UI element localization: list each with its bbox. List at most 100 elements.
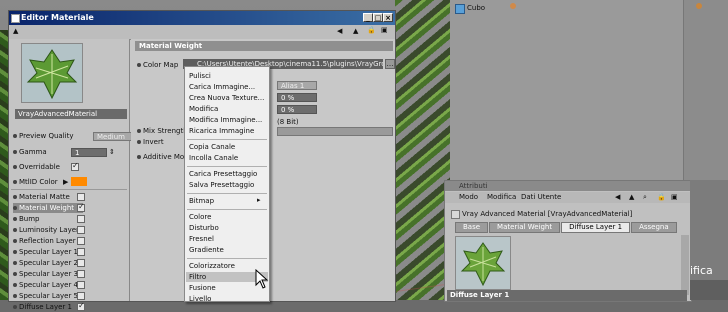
menu-item-disturbo[interactable]: Disturbo <box>189 223 267 233</box>
menu-item-modifica[interactable]: Modifica <box>189 104 267 114</box>
minimize-button[interactable]: _ <box>363 13 373 22</box>
material-preview[interactable] <box>21 43 83 103</box>
menu-separator <box>187 209 267 210</box>
menu-item-ricarica-immagine[interactable]: Ricarica Immagine <box>189 126 267 136</box>
menu-item-bitmap[interactable]: Bitmap <box>189 196 267 206</box>
arrow-left-icon[interactable]: ◀ <box>337 27 342 35</box>
channel-checkbox[interactable] <box>77 202 85 212</box>
channel-checkbox[interactable] <box>77 237 85 245</box>
channel-checkbox[interactable] <box>77 226 85 234</box>
channel-material-weight[interactable]: Material Weight <box>13 202 85 213</box>
stepper-icon[interactable]: ⇕ <box>109 147 115 157</box>
right-edge-label[interactable]: ifica <box>690 264 713 277</box>
menu-item-incolla-canale[interactable]: Incolla Canale <box>189 153 267 163</box>
channel-diffuse-layer-1[interactable]: Diffuse Layer 1 <box>13 301 85 312</box>
arrow-left-icon[interactable]: ◀ <box>615 193 620 201</box>
menu-dati-utente[interactable]: Dati Utente <box>521 193 561 201</box>
overridable-label: Overridable <box>19 163 60 171</box>
expand-arrow-icon[interactable]: ▶ <box>63 177 68 187</box>
bullet-icon <box>13 150 17 154</box>
channel-luminosity-layer[interactable]: Luminosity Layer <box>13 225 85 235</box>
bullet-icon <box>13 217 17 221</box>
alias-dropdown[interactable]: Alias 1 <box>277 81 317 90</box>
channel-bump[interactable]: Bump <box>13 214 85 224</box>
channel-checkbox[interactable] <box>77 259 85 267</box>
menu-separator <box>187 139 267 140</box>
channel-checkbox[interactable] <box>77 215 85 223</box>
channel-checkbox[interactable] <box>77 248 85 256</box>
menu-item-fresnel[interactable]: Fresnel <box>189 234 267 244</box>
attribute-menu-bar: Modo Modifica Dati Utente ◀ ▲ ⌕ 🔒 ▣ <box>445 192 691 203</box>
channel-reflection-layer[interactable]: Reflection Layer <box>13 236 85 246</box>
object-name[interactable]: Cubo <box>467 4 485 12</box>
object-manager-column <box>683 0 728 180</box>
menu-item-gradiente[interactable]: Gradiente <box>189 245 267 255</box>
menu-item-carica-immagine[interactable]: Carica Immagine... <box>189 82 267 92</box>
mix-strength-slider[interactable] <box>277 127 393 136</box>
channel-checkbox[interactable] <box>77 281 85 289</box>
maximize-button[interactable]: □ <box>373 13 383 22</box>
bullet-icon <box>13 180 17 184</box>
gamma-label: Gamma <box>19 148 47 156</box>
channel-material-matte[interactable]: Material Matte <box>13 192 85 202</box>
gamma-input[interactable]: 1 <box>71 148 107 157</box>
bullet-icon <box>137 63 141 67</box>
overridable-checkbox[interactable] <box>71 161 79 171</box>
tab-material-weight[interactable]: Material Weight <box>489 222 561 233</box>
menu-item-colore[interactable]: Colore <box>189 212 267 222</box>
bullet-icon <box>137 129 141 133</box>
channel-label: Specular Layer 3 <box>19 270 79 278</box>
mtlid-color-swatch[interactable] <box>71 177 87 186</box>
menu-item-modifica-immagine[interactable]: Modifica Immagine... <box>189 115 267 125</box>
channel-specular-layer-3[interactable]: Specular Layer 3 <box>13 269 85 279</box>
bullet-icon <box>13 239 17 243</box>
material-name-field[interactable]: VrayAdvancedMaterial <box>15 109 127 119</box>
menu-item-pulisci[interactable]: Pulisci <box>189 71 267 81</box>
arrow-up-icon[interactable]: ▲ <box>353 27 358 35</box>
material-channel-panel: VrayAdvancedMaterial Preview Quality Med… <box>9 39 143 311</box>
channel-label: Specular Layer 1 <box>19 248 79 256</box>
search-icon[interactable]: ⌕ <box>643 193 647 202</box>
channel-checkbox[interactable] <box>77 193 85 201</box>
channel-checkbox[interactable] <box>77 270 85 278</box>
channel-label: Specular Layer 4 <box>19 281 79 289</box>
object-label: Vray Advanced Material [VrayAdvancedMate… <box>462 210 633 218</box>
menu-modifica[interactable]: Modifica <box>487 193 516 201</box>
menu-item-copia-canale[interactable]: Copia Canale <box>189 142 267 152</box>
menu-item-livello[interactable]: Livello <box>189 294 267 304</box>
channel-checkbox[interactable] <box>77 301 85 311</box>
new-window-icon[interactable]: ▣ <box>671 193 678 201</box>
lock-icon[interactable]: 🔒 <box>657 193 666 201</box>
channel-specular-layer-4[interactable]: Specular Layer 4 <box>13 280 85 290</box>
preview-quality-row: Preview Quality Medium <box>13 131 143 141</box>
arrow-up-icon[interactable]: ▲ <box>629 193 634 201</box>
browse-button[interactable]: … <box>385 59 395 69</box>
bullet-icon <box>13 272 17 276</box>
percent-input-1[interactable]: 0 % <box>277 93 317 102</box>
menu-item-salva-presettaggio[interactable]: Salva Presettaggio <box>189 180 267 190</box>
mtlid-row: MtlID Color ▶ <box>13 177 87 187</box>
tab-diffuse-layer-1[interactable]: Diffuse Layer 1 <box>561 222 631 233</box>
right-edge-panel: ifica <box>690 180 728 300</box>
mix-strength-label: Mix Strength <box>143 127 188 135</box>
channel-specular-layer-2[interactable]: Specular Layer 2 <box>13 258 85 268</box>
submenu-arrow-icon: ▸ <box>257 196 261 204</box>
menu-item-carica-presettaggio[interactable]: Carica Presettaggio <box>189 169 267 179</box>
tag-icon[interactable] <box>510 3 516 9</box>
menu-item-crea-nuova-texture[interactable]: Crea Nuova Texture... <box>189 93 267 103</box>
collapse-icon[interactable]: ▲ <box>13 27 18 35</box>
lock-icon[interactable]: 🔒 <box>367 26 376 34</box>
close-button[interactable]: × <box>383 13 393 22</box>
menu-modo[interactable]: Modo <box>459 193 478 201</box>
tab-base[interactable]: Base <box>455 222 489 233</box>
menu-separator <box>187 258 267 259</box>
channel-label: Specular Layer 2 <box>19 259 79 267</box>
channel-checkbox[interactable] <box>77 292 85 300</box>
tab-assegna[interactable]: Assegna <box>631 222 677 233</box>
new-window-icon[interactable]: ▣ <box>381 26 388 34</box>
channel-specular-layer-1[interactable]: Specular Layer 1 <box>13 247 85 257</box>
attribute-scrollbar[interactable] <box>681 235 689 295</box>
percent-input-2[interactable]: 0 % <box>277 105 317 114</box>
channel-label: Diffuse Layer 1 <box>19 303 72 311</box>
window-titlebar[interactable]: Editor Materiale _ □ × <box>9 11 395 25</box>
